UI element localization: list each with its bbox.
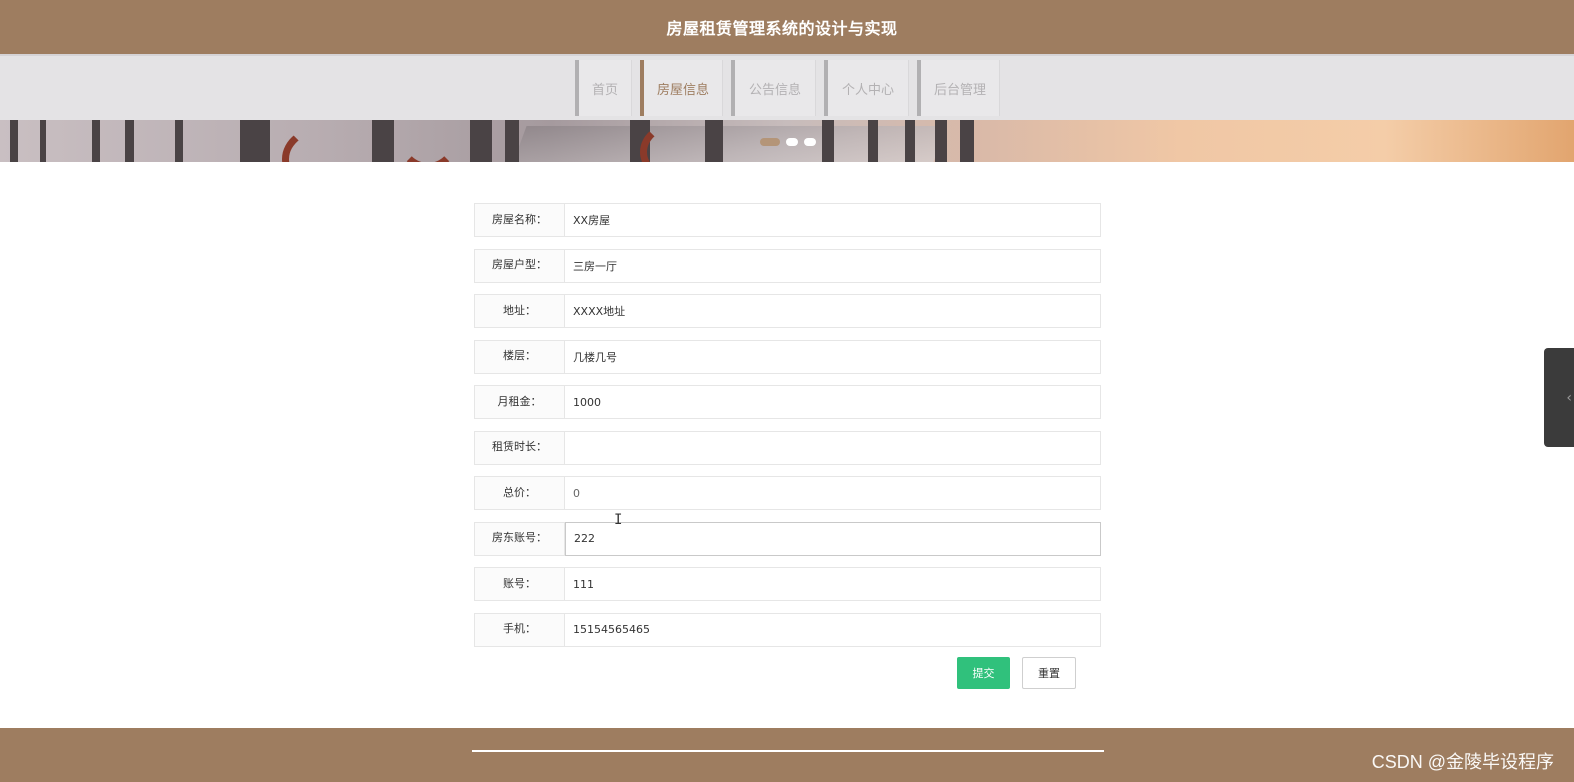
nav-item-label: 公告信息 xyxy=(748,82,801,98)
carousel-dot[interactable] xyxy=(786,138,798,146)
banner-post xyxy=(905,120,915,162)
floor-input[interactable] xyxy=(565,339,1101,374)
carousel-dot[interactable] xyxy=(760,138,780,146)
nav-list: 首页 房屋信息 公告信息 个人中心 后台管理 xyxy=(575,60,999,116)
banner-post xyxy=(470,120,492,162)
form-row-total-price: 总价： xyxy=(474,476,1101,510)
form-row-phone: 手机： xyxy=(474,612,1101,647)
banner-post xyxy=(240,120,270,162)
site-header: 房屋租赁管理系统的设计与实现 xyxy=(0,0,1574,54)
site-title: 房屋租赁管理系统的设计与实现 xyxy=(666,19,898,38)
form-row-monthly-rent: 月租金： xyxy=(474,385,1101,419)
form-row-floor: 楼层： xyxy=(474,339,1101,374)
nav-item-home[interactable]: 首页 xyxy=(575,60,631,116)
field-label: 房屋名称： xyxy=(474,203,565,237)
watermark-text: CSDN @金陵毕设程序 xyxy=(1371,752,1554,772)
form-row-account: 账号： xyxy=(474,567,1101,601)
reset-button[interactable]: 重置 xyxy=(1022,657,1076,689)
submit-button[interactable]: 提交 xyxy=(957,657,1010,689)
nav-item-house-info[interactable]: 房屋信息 xyxy=(640,60,722,116)
field-label: 地址： xyxy=(474,294,565,328)
account-input[interactable] xyxy=(565,567,1101,601)
field-label: 楼层： xyxy=(474,339,565,374)
banner-post xyxy=(92,120,100,162)
banner-post xyxy=(935,120,947,162)
banner-rope xyxy=(398,120,458,162)
field-label: 租赁时长： xyxy=(474,430,565,465)
house-name-input[interactable] xyxy=(565,203,1101,237)
total-price-input[interactable] xyxy=(565,476,1101,510)
field-label: 总价： xyxy=(474,476,565,510)
field-label: 账号： xyxy=(474,567,565,601)
form-row-landlord-account: 房东账号： xyxy=(474,521,1101,556)
main-nav: 首页 房屋信息 公告信息 个人中心 后台管理 xyxy=(0,54,1574,120)
banner-post xyxy=(960,120,974,162)
nav-item-personal-center[interactable]: 个人中心 xyxy=(824,60,908,116)
side-toggle-tab[interactable]: ‹ xyxy=(1544,348,1574,447)
form-actions: 提交 重置 xyxy=(957,657,1076,689)
banner-rope xyxy=(282,124,372,162)
nav-item-admin[interactable]: 后台管理 xyxy=(917,60,999,116)
form-row-lease-duration: 租赁时长： xyxy=(474,430,1101,465)
carousel-dot[interactable] xyxy=(804,138,816,146)
monthly-rent-input[interactable] xyxy=(565,385,1101,419)
nav-item-label: 后台管理 xyxy=(933,82,986,98)
banner-post xyxy=(868,120,878,162)
banner-post xyxy=(125,120,134,162)
field-label: 房屋户型： xyxy=(474,248,565,283)
banner-post xyxy=(372,120,394,162)
banner-post xyxy=(10,120,18,162)
house-type-input[interactable] xyxy=(565,248,1101,283)
nav-item-announcements[interactable]: 公告信息 xyxy=(731,60,815,116)
address-input[interactable] xyxy=(565,294,1101,328)
phone-input[interactable] xyxy=(565,612,1101,647)
lease-duration-input[interactable] xyxy=(565,430,1101,465)
banner-post xyxy=(175,120,183,162)
banner-post xyxy=(505,120,519,162)
text-cursor-icon: I xyxy=(614,512,623,528)
banner-post xyxy=(40,120,46,162)
banner-post xyxy=(822,120,834,162)
field-label: 房东账号： xyxy=(474,521,565,556)
banner-dock-image xyxy=(513,126,947,162)
form-row-house-name: 房屋名称： xyxy=(474,203,1101,237)
nav-item-label: 个人中心 xyxy=(841,82,894,98)
field-label: 月租金： xyxy=(474,385,565,419)
chevron-left-icon: ‹ xyxy=(1566,389,1572,406)
field-label: 手机： xyxy=(474,612,565,647)
form-row-address: 地址： xyxy=(474,294,1101,328)
footer-divider xyxy=(472,750,1104,752)
form-row-house-type: 房屋户型： xyxy=(474,248,1101,283)
house-rental-form: 房屋名称： 房屋户型： 地址： 楼层： 月租金： 租赁时长： 总价： 房东账号：… xyxy=(474,203,1101,658)
carousel-indicators xyxy=(760,138,816,146)
nav-item-label: 首页 xyxy=(591,82,618,98)
landlord-account-input[interactable] xyxy=(565,521,1101,556)
nav-item-label: 房屋信息 xyxy=(656,82,709,98)
site-footer: CSDN @金陵毕设程序 xyxy=(0,728,1574,782)
